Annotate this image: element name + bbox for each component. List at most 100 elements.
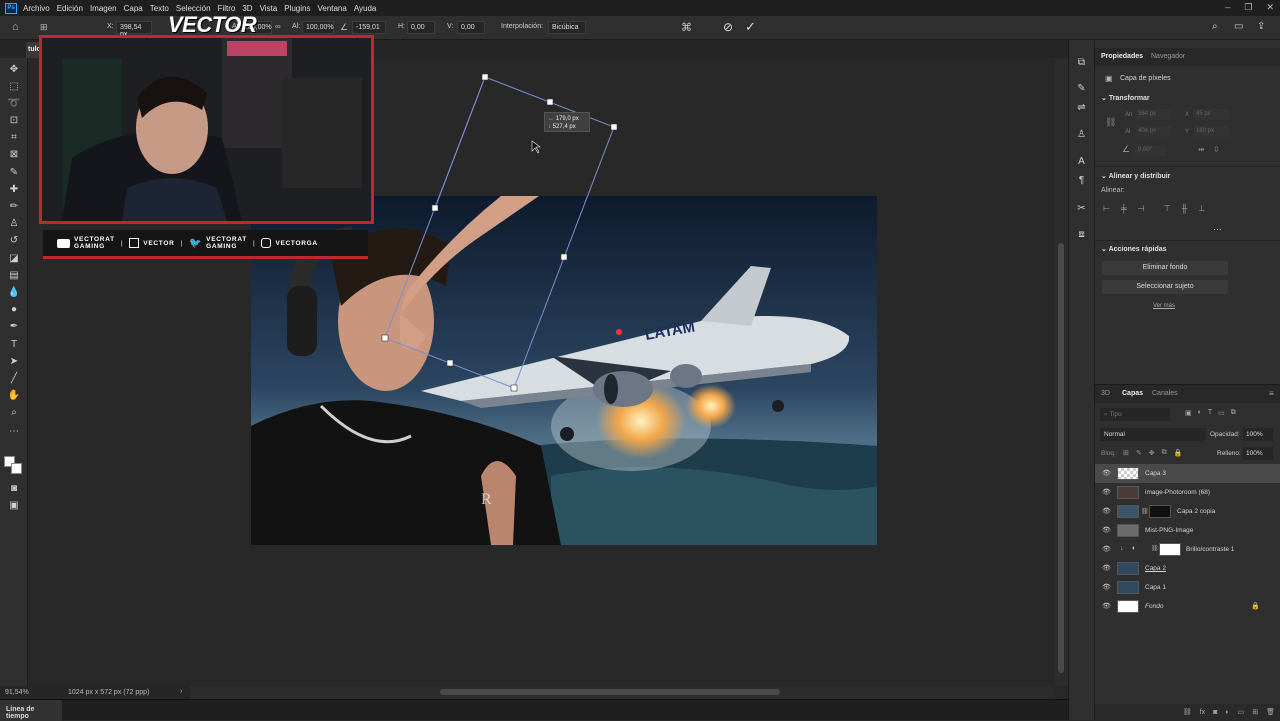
prop-x-field[interactable]: 45 px	[1193, 109, 1229, 120]
layer-name[interactable]: Capa 3	[1145, 470, 1166, 477]
layer-filter-search[interactable]: ⌕ Tipo	[1100, 408, 1170, 421]
visibility-eye-icon[interactable]: 👁	[1102, 602, 1111, 610]
visibility-eye-icon[interactable]: 👁	[1102, 526, 1111, 534]
mask-link-icon[interactable]: ⛓	[1141, 508, 1149, 515]
transform-handle[interactable]	[510, 384, 518, 392]
brush-settings-icon[interactable]: ✎	[1075, 82, 1088, 95]
opacity-field[interactable]: 100%	[1243, 428, 1273, 441]
lock-image-icon[interactable]: ✎	[1136, 449, 1142, 457]
timeline-bar: Línea de tiempo	[0, 699, 1068, 721]
layer-row[interactable]: 👁 Capa 3	[1095, 464, 1280, 483]
chain-link-icon[interactable]: ⛓	[1105, 117, 1116, 128]
filter-smart-icon[interactable]: ⧉	[1231, 409, 1236, 417]
prop-angle-field[interactable]: 0,00°	[1135, 145, 1165, 156]
filter-adjust-icon[interactable]: ◐	[1198, 409, 1202, 417]
transform-handle[interactable]	[381, 334, 389, 342]
tab-navegador[interactable]: Navegador	[1151, 53, 1185, 60]
align-hcenter-icon[interactable]: ╪	[1121, 204, 1127, 213]
layer-name[interactable]: Mist-PNG-Image	[1145, 527, 1193, 534]
character-panel-icon[interactable]: A	[1075, 155, 1088, 168]
transform-handle[interactable]	[481, 73, 489, 81]
align-vcenter-icon[interactable]: ╫	[1182, 204, 1188, 213]
document-info[interactable]: 1024 px x 572 px (72 ppp)	[68, 689, 149, 696]
tab-capas[interactable]: Capas	[1122, 390, 1143, 397]
horizontal-scroll-thumb[interactable]	[440, 689, 780, 695]
align-bottom-icon[interactable]: ⊥	[1198, 204, 1205, 213]
zoom-level[interactable]: 91,54%	[5, 689, 29, 696]
more-options-icon[interactable]: ⋯	[1213, 224, 1222, 235]
stamp-panel-icon[interactable]: ♙	[1075, 128, 1088, 141]
tab-canales[interactable]: Canales	[1152, 390, 1178, 397]
layer-row[interactable]: 👁 ↓ ◐ ⛓ Brillo/contraste 1	[1095, 540, 1280, 559]
prop-y-field[interactable]: 160 px	[1193, 126, 1229, 137]
layer-name[interactable]: Fondo	[1145, 603, 1163, 610]
section-quick-actions-title[interactable]: ⌄ Acciones rápidas	[1101, 245, 1167, 253]
section-transform-title[interactable]: ⌄ Transformar	[1101, 94, 1150, 102]
paragraph-panel-icon[interactable]: ¶	[1075, 174, 1088, 187]
visibility-eye-icon[interactable]: 👁	[1102, 545, 1111, 553]
transform-handle[interactable]	[610, 123, 618, 131]
link-layers-icon[interactable]: ⛓	[1183, 708, 1192, 716]
layer-row[interactable]: 👁 Fondo 🔒	[1095, 597, 1280, 616]
visibility-eye-icon[interactable]: 👁	[1102, 469, 1111, 477]
align-top-icon[interactable]: ⊤	[1164, 204, 1171, 213]
history-panel-icon[interactable]: ⧉	[1075, 56, 1088, 69]
new-layer-icon[interactable]: ⊞	[1252, 708, 1258, 716]
layer-row[interactable]: 👁 ⛓ Capa 2 copia	[1095, 502, 1280, 521]
select-subject-button[interactable]: Seleccionar sujeto	[1102, 280, 1228, 294]
layer-row[interactable]: 👁 image-Photoroom (68)	[1095, 483, 1280, 502]
layer-row[interactable]: 👁 Capa 1	[1095, 578, 1280, 597]
align-left-icon[interactable]: ⊢	[1103, 204, 1110, 213]
lock-transparent-icon[interactable]: ⊞	[1123, 449, 1129, 457]
visibility-eye-icon[interactable]: 👁	[1102, 507, 1111, 515]
tab-propiedades[interactable]: Propiedades	[1101, 53, 1143, 60]
transform-handle[interactable]	[560, 253, 568, 261]
libraries-icon[interactable]: ⧈	[1075, 228, 1088, 241]
see-more-link[interactable]: Ver más	[1153, 303, 1175, 309]
prop-height-field[interactable]: 404 px	[1135, 126, 1171, 137]
filter-pixel-icon[interactable]: ▣	[1185, 409, 1192, 417]
layer-name[interactable]: Capa 2	[1145, 565, 1166, 572]
adjustments-icon[interactable]: ⇌	[1075, 101, 1088, 114]
add-mask-icon[interactable]: ◙	[1213, 709, 1217, 716]
lock-all-icon[interactable]: 🔒	[1174, 449, 1183, 457]
tools-preset-icon[interactable]: ✂	[1075, 202, 1088, 215]
lock-position-icon[interactable]: ✥	[1149, 449, 1155, 457]
align-right-icon[interactable]: ⊣	[1138, 204, 1145, 213]
flip-horizontal-icon[interactable]: ⇹	[1198, 145, 1205, 154]
horizontal-scrollbar[interactable]	[190, 686, 1055, 699]
layer-name[interactable]: Capa 2 copia	[1177, 508, 1215, 515]
layer-name[interactable]: Capa 1	[1145, 584, 1166, 591]
layer-row[interactable]: 👁 Capa 2	[1095, 559, 1280, 578]
layer-name[interactable]: Brillo/contraste 1	[1186, 546, 1234, 553]
new-adjustment-icon[interactable]: ◐	[1225, 709, 1229, 716]
remove-background-button[interactable]: Eliminar fondo	[1102, 261, 1228, 275]
filter-type-icon[interactable]: T	[1208, 409, 1212, 417]
transform-handle[interactable]	[431, 204, 439, 212]
visibility-eye-icon[interactable]: 👁	[1102, 488, 1111, 496]
tab-3d[interactable]: 3D	[1101, 390, 1110, 397]
layer-style-icon[interactable]: fx	[1200, 709, 1205, 716]
status-arrow-icon[interactable]: ›	[180, 688, 182, 695]
mask-link-icon[interactable]: ⛓	[1151, 545, 1159, 552]
new-group-icon[interactable]: ▭	[1238, 708, 1245, 716]
filter-shape-icon[interactable]: ▭	[1218, 409, 1225, 417]
layer-row[interactable]: 👁 Mist-PNG-Image	[1095, 521, 1280, 540]
prop-width-field[interactable]: 364 px	[1135, 109, 1171, 120]
vertical-scrollbar[interactable]	[1055, 58, 1068, 686]
delete-layer-icon[interactable]: 🗑	[1266, 708, 1275, 716]
flip-vertical-icon[interactable]: ⇳	[1213, 145, 1220, 154]
blend-mode-select[interactable]: Normal	[1100, 428, 1206, 441]
visibility-eye-icon[interactable]: 👁	[1102, 564, 1111, 572]
panel-menu-icon[interactable]: ≡	[1269, 389, 1274, 398]
lock-artboard-icon[interactable]: ⧉	[1162, 449, 1167, 457]
transform-handle[interactable]	[446, 359, 454, 367]
transform-handle[interactable]	[546, 98, 554, 106]
fill-field[interactable]: 100%	[1243, 447, 1273, 460]
visibility-eye-icon[interactable]: 👁	[1102, 583, 1111, 591]
section-align-title[interactable]: ⌄ Alinear y distribuir	[1101, 172, 1170, 180]
layer-kind-label: Capa de píxeles	[1120, 75, 1171, 82]
layer-name[interactable]: image-Photoroom (68)	[1145, 489, 1210, 496]
timeline-tab[interactable]: Línea de tiempo	[0, 700, 62, 721]
vertical-scroll-thumb[interactable]	[1058, 243, 1064, 673]
